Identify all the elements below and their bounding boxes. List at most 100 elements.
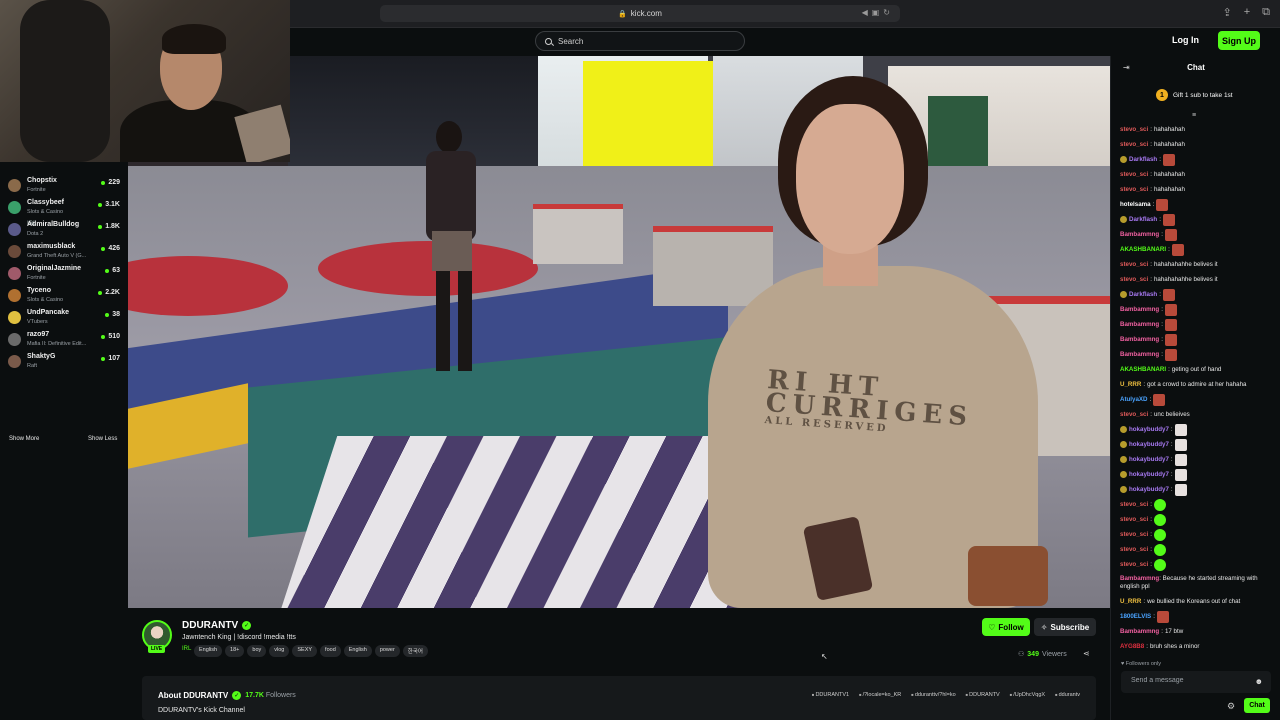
sidebar-channel[interactable]: Chopstix Fortnite 229: [8, 175, 120, 197]
chat-username[interactable]: hokaybuddy7: [1129, 441, 1169, 448]
chat-username[interactable]: stevo_sci: [1120, 171, 1148, 178]
social-link[interactable]: dduranttv/?hl=ko: [911, 692, 956, 698]
chat-username[interactable]: hokaybuddy7: [1129, 486, 1169, 493]
chat-username[interactable]: Darkflash: [1129, 216, 1157, 223]
channel-viewers: 426: [101, 245, 120, 252]
chat-username[interactable]: stevo_sci: [1120, 186, 1148, 193]
channel-avatar: [8, 289, 21, 302]
chat-username[interactable]: stevo_sci: [1120, 411, 1148, 418]
channel-game: Mafia II: Definitive Edit...: [27, 341, 87, 347]
chat-username[interactable]: U_RRR: [1120, 381, 1141, 388]
stream-tag[interactable]: 18+: [225, 645, 245, 657]
chat-username[interactable]: AKASHBANARI: [1120, 246, 1166, 253]
sidebar-channel[interactable]: UndPancake VTubers 38: [8, 307, 120, 329]
follow-button[interactable]: ♡ Follow: [982, 618, 1030, 636]
search-input[interactable]: [558, 36, 728, 46]
address-bar-icons[interactable]: ◀▣↻: [862, 8, 894, 17]
chat-input-box[interactable]: ☻: [1121, 671, 1271, 693]
subscribe-button[interactable]: ✧ Subscribe: [1034, 618, 1096, 636]
gift-icon: 1: [1156, 89, 1168, 101]
sidebar-channel[interactable]: Classybeef Slots & Casino 3.1K: [8, 197, 120, 219]
emote-icon: [1153, 543, 1166, 556]
emote-icon: [1171, 243, 1184, 256]
share-icon[interactable]: ⋖: [1083, 649, 1090, 658]
sidebar-channel[interactable]: ShaktyG Raft 107: [8, 351, 120, 373]
gift-sub-banner[interactable]: 1 Gift 1 sub to take 1st: [1156, 89, 1233, 101]
social-links: DDURANTV1 /?locale=ko_KR dduranttv/?hl=ko D…: [812, 692, 1080, 698]
show-less-button[interactable]: Show Less: [88, 436, 117, 442]
chat-username[interactable]: 1800ELVIS: [1120, 613, 1151, 620]
chat-input[interactable]: [1131, 677, 1241, 684]
chat-username[interactable]: AtulyaXD: [1120, 396, 1148, 403]
channel-name: UndPancake: [27, 309, 70, 316]
show-more-button[interactable]: Show More: [9, 436, 39, 442]
chat-username[interactable]: AKASHBANARI: [1120, 366, 1166, 373]
chat-username[interactable]: Bambammng: [1120, 321, 1159, 328]
chat-username[interactable]: hotelsama: [1120, 201, 1151, 208]
chat-username[interactable]: stevo_sci: [1120, 546, 1148, 553]
chat-colon: :: [1150, 276, 1152, 283]
new-tab-icon[interactable]: +: [1244, 6, 1250, 19]
chat-send-button[interactable]: Chat: [1244, 698, 1270, 713]
channel-name[interactable]: DDURANTV: [182, 620, 238, 631]
chat-username[interactable]: stevo_sci: [1120, 501, 1148, 508]
stream-tag[interactable]: English: [194, 645, 223, 657]
signup-button[interactable]: Sign Up: [1218, 31, 1260, 50]
stream-tag[interactable]: power: [374, 645, 400, 657]
chat-username[interactable]: hokaybuddy7: [1129, 426, 1169, 433]
stream-tags: English 18+ boy vlog SEXY food English power 한국어: [194, 645, 428, 657]
sidebar-channel[interactable]: razo97 Mafia II: Definitive Edit... 510: [8, 329, 120, 351]
social-link[interactable]: DDURANTV: [966, 692, 1000, 698]
chat-username[interactable]: stevo_sci: [1120, 516, 1148, 523]
sidebar-channel[interactable]: OriginalJazmine Fortnite 63: [8, 263, 120, 285]
chat-username[interactable]: Bambammng: [1120, 306, 1159, 313]
chat-username[interactable]: Bambammng: [1120, 575, 1159, 582]
stream-category[interactable]: IRL: [182, 646, 191, 652]
chat-message: hotelsama:: [1120, 197, 1278, 212]
chat-username[interactable]: stevo_sci: [1120, 531, 1148, 538]
stream-tag[interactable]: English: [343, 645, 372, 657]
share-browser-icon[interactable]: ⇪: [1222, 6, 1231, 19]
sidebar-channel[interactable]: maximusblack Grand Theft Auto V (G... 42…: [8, 241, 120, 263]
chat-settings-icon[interactable]: ⚙: [1227, 701, 1235, 712]
chat-username[interactable]: Darkflash: [1129, 291, 1157, 298]
emoji-icon[interactable]: ☻: [1255, 677, 1263, 686]
stream-tag[interactable]: food: [320, 645, 341, 657]
chat-username[interactable]: hokaybuddy7: [1129, 471, 1169, 478]
filter-icon[interactable]: ≡: [1192, 112, 1196, 119]
address-bar[interactable]: 🔒 kick.com ◀▣↻: [380, 5, 900, 22]
social-link[interactable]: ddurantv: [1055, 692, 1080, 698]
stream-tag[interactable]: boy: [247, 645, 267, 657]
social-link[interactable]: /?locale=ko_KR: [859, 692, 902, 698]
chat-username[interactable]: stevo_sci: [1120, 261, 1148, 268]
chat-username[interactable]: stevo_sci: [1120, 126, 1148, 133]
chat-username[interactable]: U_RRR: [1120, 598, 1141, 605]
chat-username[interactable]: Bambammng: [1120, 336, 1159, 343]
search-bar[interactable]: [535, 31, 745, 51]
live-dot-icon: [101, 246, 106, 251]
chat-username[interactable]: Bambammng: [1120, 628, 1159, 635]
live-badge: LIVE: [148, 645, 166, 653]
chat-username[interactable]: stevo_sci: [1120, 276, 1148, 283]
sidebar-channel[interactable]: AdmiralBulldog Dota 2 1.8K: [8, 219, 120, 241]
stream-tag[interactable]: 한국어: [402, 645, 428, 657]
stream-tag[interactable]: SEXY: [292, 645, 318, 657]
chat-message: U_RRR: we bullied the Koreans out of cha…: [1120, 594, 1278, 609]
login-button[interactable]: Log In: [1172, 35, 1199, 45]
chat-username[interactable]: Bambammng: [1120, 231, 1159, 238]
chat-username[interactable]: hokaybuddy7: [1129, 456, 1169, 463]
chat-colon: :: [1161, 231, 1163, 238]
stream-tag[interactable]: vlog: [269, 645, 290, 657]
chat-username[interactable]: stevo_sci: [1120, 561, 1148, 568]
social-link[interactable]: DDURANTV1: [812, 692, 849, 698]
chat-username[interactable]: Darkflash: [1129, 156, 1157, 163]
chat-username[interactable]: AYG8B8: [1120, 643, 1144, 650]
chat-colon: :: [1150, 261, 1152, 268]
tab-overview-icon[interactable]: ⧉: [1262, 6, 1270, 19]
chat-message: hokaybuddy7:: [1120, 422, 1278, 437]
sidebar-channel[interactable]: Tyceno Slots & Casino 2.2K: [8, 285, 120, 307]
chat-message: stevo_sci: hahahahah: [1120, 167, 1278, 182]
social-link[interactable]: /UpDhcVqgX: [1010, 692, 1045, 698]
chat-username[interactable]: Bambammng: [1120, 351, 1159, 358]
chat-username[interactable]: stevo_sci: [1120, 141, 1148, 148]
